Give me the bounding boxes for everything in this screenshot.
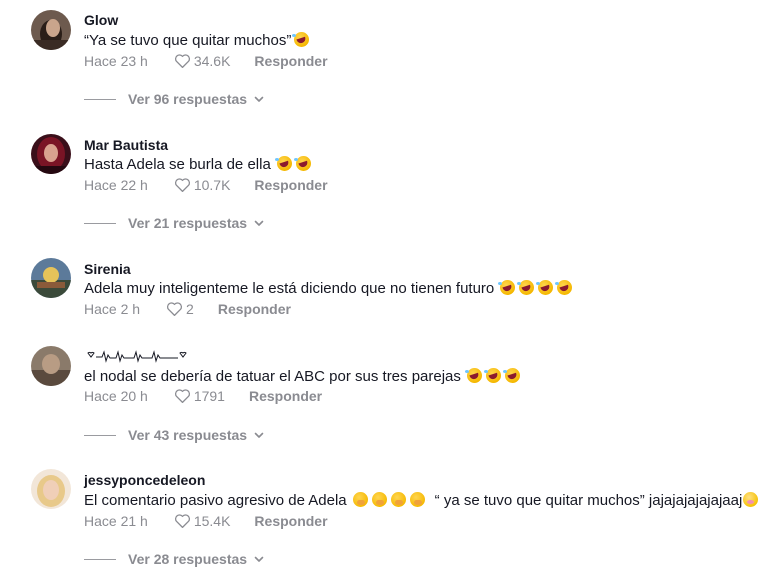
heart-icon [174,389,190,404]
comment-username[interactable]: Mar Bautista [84,137,168,153]
hand-over-mouth-emoji [352,492,368,507]
avatar[interactable] [31,10,71,50]
like-count: 15.4K [193,513,231,529]
reply-button[interactable]: Responder [254,513,327,529]
comment-username[interactable]: Sirenia [84,261,131,277]
comment-meta: Hace 2 h 2 Responder [84,301,291,317]
comment-time: Hace 22 h [84,177,148,193]
comment-time: Hace 23 h [84,53,148,69]
comment-username[interactable]: jessyponcedeleon [84,472,205,488]
like-button[interactable]: 10.7K [174,177,231,193]
like-count: 2 [186,301,194,317]
rofl-emoji [502,368,520,383]
comment-meta: Hace 20 h 1791 Responder [84,388,322,404]
comment-text: Hasta Adela se burla de ella [84,156,311,173]
comment-text: “Ya se tuvo que quitar muchos” [84,32,310,49]
avatar[interactable] [31,134,71,174]
view-replies-button[interactable]: Ver 28 respuestas [84,551,265,567]
hand-over-mouth-emoji [390,492,406,507]
view-replies-button[interactable]: Ver 96 respuestas [84,91,265,107]
like-button[interactable]: 1791 [174,388,225,404]
heart-icon [174,514,190,529]
view-replies-label: Ver 21 respuestas [128,215,248,231]
divider-line [84,98,116,100]
avatar[interactable] [31,469,71,509]
like-button[interactable]: 15.4K [174,513,231,529]
rofl-emoji [274,156,292,171]
view-replies-button[interactable]: Ver 21 respuestas [84,215,265,231]
chevron-down-icon [254,220,264,226]
like-button[interactable]: 2 [166,301,194,317]
heart-icon [174,178,190,193]
view-replies-label: Ver 28 respuestas [128,551,248,567]
comment-time: Hace 2 h [84,301,141,317]
rofl-emoji [555,280,573,295]
comment-time: Hace 20 h [84,388,148,404]
heart-icon [174,54,190,69]
avatar[interactable] [31,258,71,298]
rofl-emoji [292,32,310,47]
view-replies-label: Ver 43 respuestas [128,427,248,443]
hand-over-mouth-emoji [409,492,425,507]
comment-text: el nodal se debería de tatuar el ABC por… [84,368,520,385]
reply-button[interactable]: Responder [254,53,327,69]
comment-text: El comentario pasivo agresivo de Adela “ … [84,492,758,509]
username-decoration-icon [87,350,187,363]
like-count: 1791 [193,388,225,404]
comment-meta: Hace 22 h 10.7K Responder [84,177,328,193]
rofl-emoji [483,368,501,383]
divider-line [84,434,116,436]
view-replies-button[interactable]: Ver 43 respuestas [84,427,265,443]
comment-text: Adela muy inteligenteme le está diciendo… [84,280,573,297]
comment-meta: Hace 23 h 34.6K Responder [84,53,328,69]
comment-time: Hace 21 h [84,513,148,529]
chevron-down-icon [254,556,264,562]
reply-button[interactable]: Responder [218,301,291,317]
like-count: 34.6K [193,53,231,69]
rofl-emoji [498,280,516,295]
rofl-emoji [517,280,535,295]
comment-meta: Hace 21 h 15.4K Responder [84,513,328,529]
blushing-emoji [743,492,758,507]
divider-line [84,558,116,560]
reply-button[interactable]: Responder [249,388,322,404]
rofl-emoji [464,368,482,383]
reply-button[interactable]: Responder [254,177,327,193]
like-button[interactable]: 34.6K [174,53,231,69]
comment-username[interactable]: Glow [84,12,118,28]
chevron-down-icon [254,432,264,438]
rofl-emoji [293,156,311,171]
avatar[interactable] [31,346,71,386]
like-count: 10.7K [193,177,231,193]
heart-icon [167,302,183,317]
divider-line [84,222,116,224]
hand-over-mouth-emoji [371,492,387,507]
chevron-down-icon [254,96,264,102]
rofl-emoji [536,280,554,295]
view-replies-label: Ver 96 respuestas [128,91,248,107]
comment-username[interactable] [84,349,190,364]
